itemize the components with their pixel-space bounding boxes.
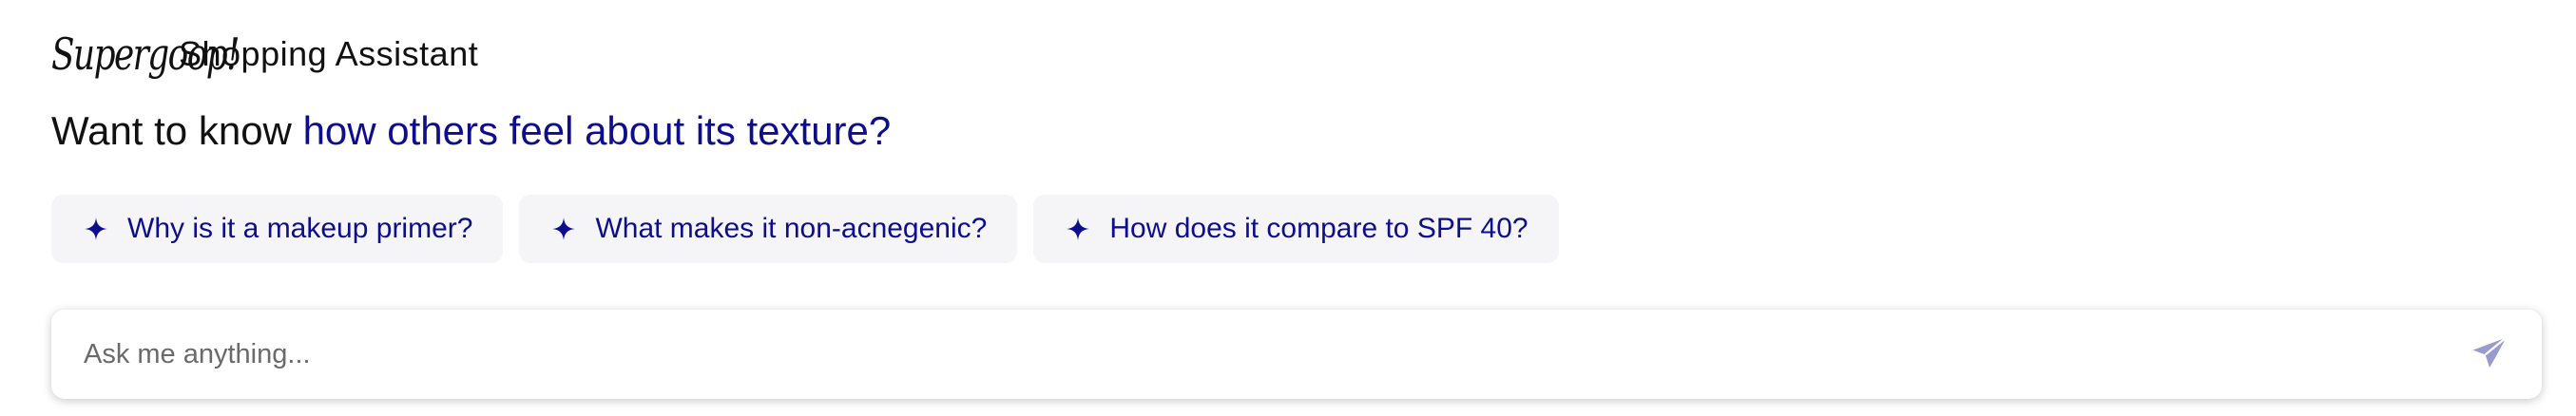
shopping-assistant-widget: Supergoop! Shopping Assistant Want to kn… bbox=[0, 0, 2576, 416]
brand-logo: Supergoop! bbox=[51, 28, 240, 80]
prompt-question: Want to know how others feel about its t… bbox=[51, 108, 891, 154]
paper-plane-icon bbox=[2472, 336, 2508, 368]
header: Supergoop! Shopping Assistant bbox=[51, 21, 478, 87]
prompt-highlight[interactable]: how others feel about its texture? bbox=[303, 108, 892, 153]
suggestion-label: Why is it a makeup primer? bbox=[127, 213, 473, 244]
suggestion-label: What makes it non-acnegenic? bbox=[595, 213, 988, 244]
send-button[interactable] bbox=[2468, 332, 2511, 376]
chat-input[interactable] bbox=[82, 337, 2468, 371]
sparkle-icon bbox=[84, 217, 108, 241]
sparkle-icon bbox=[1066, 217, 1090, 241]
prompt-lead: Want to know bbox=[51, 108, 303, 153]
sparkle-icon bbox=[551, 217, 576, 241]
suggestion-chip-makeup-primer[interactable]: Why is it a makeup primer? bbox=[51, 195, 504, 263]
chat-input-box bbox=[51, 310, 2542, 399]
suggestion-chip-compare-spf[interactable]: How does it compare to SPF 40? bbox=[1033, 195, 1559, 263]
suggestion-chip-non-acnegenic[interactable]: What makes it non-acnegenic? bbox=[519, 195, 1018, 263]
suggestion-chips: Why is it a makeup primer? What makes it… bbox=[51, 195, 1559, 263]
suggestion-label: How does it compare to SPF 40? bbox=[1109, 213, 1528, 244]
